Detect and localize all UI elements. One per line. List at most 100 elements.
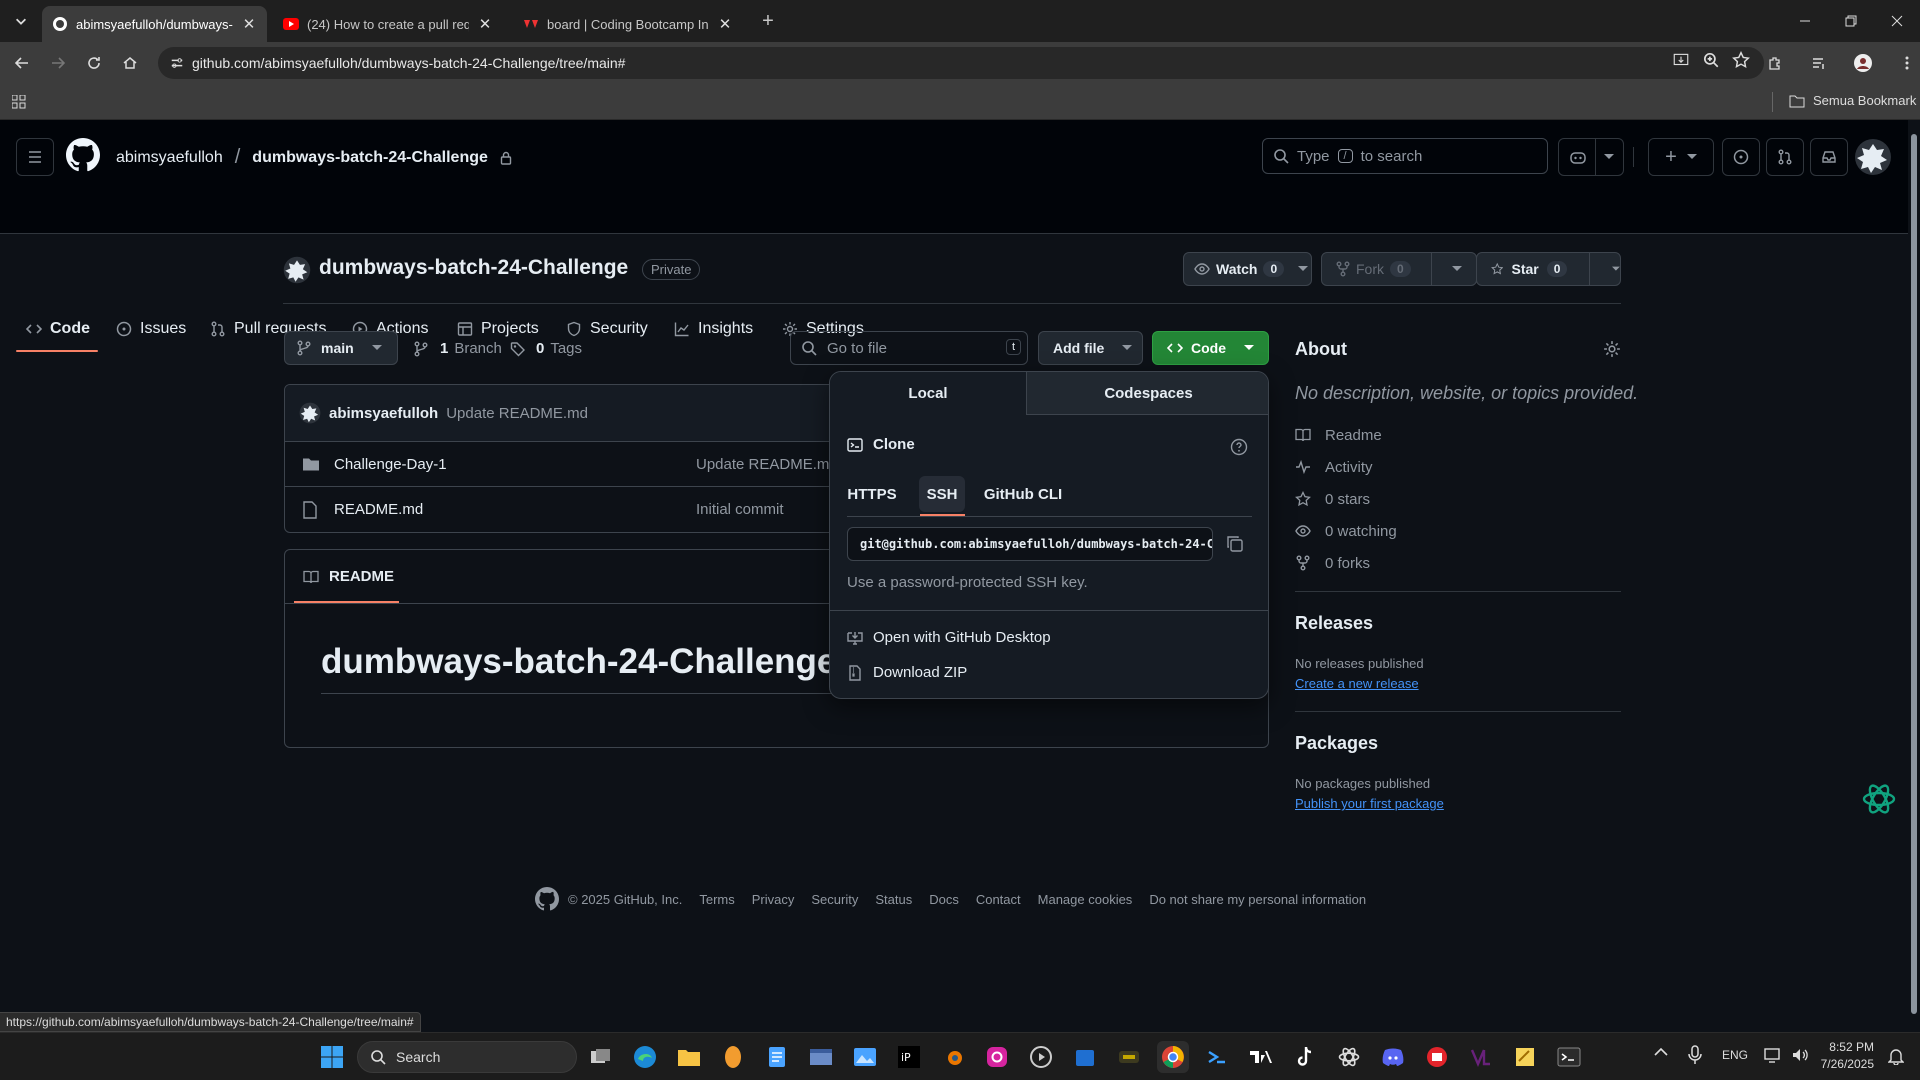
task-view-icon[interactable]: [585, 1041, 617, 1073]
browser-menu-icon[interactable]: [1892, 48, 1920, 78]
tray-overflow-icon[interactable]: [1654, 1047, 1668, 1057]
go-to-file-input[interactable]: Go to file t: [790, 331, 1028, 365]
close-tab-icon[interactable]: ✕: [241, 15, 257, 33]
footer-link-privacy[interactable]: Privacy: [752, 892, 795, 907]
notepad-icon[interactable]: [761, 1041, 793, 1073]
star-button[interactable]: Star 0: [1476, 252, 1621, 286]
start-button[interactable]: [316, 1041, 348, 1073]
discord-icon[interactable]: [1377, 1041, 1409, 1073]
footer-link-status[interactable]: Status: [875, 892, 912, 907]
file-name[interactable]: README.md: [334, 501, 423, 518]
notification-bell-icon[interactable]: [1888, 1047, 1904, 1065]
github-mark-icon[interactable]: [535, 887, 559, 911]
sticky-notes-icon[interactable]: [1509, 1041, 1541, 1073]
browser-tab-github[interactable]: abimsyaefulloh/dumbways-bat ✕: [42, 6, 267, 42]
repo-title[interactable]: dumbways-batch-24-Challenge: [319, 256, 628, 280]
publish-package-link[interactable]: Publish your first package: [1295, 796, 1444, 811]
hamburger-menu-button[interactable]: [16, 138, 54, 176]
footer-link-terms[interactable]: Terms: [699, 892, 734, 907]
copilot-button[interactable]: [1558, 138, 1624, 176]
commit-message[interactable]: Update README.md: [446, 405, 588, 422]
microphone-icon[interactable]: [1688, 1045, 1702, 1065]
branches-link[interactable]: 1 Branch: [414, 340, 502, 357]
pycharm-icon[interactable]: iP: [893, 1041, 925, 1073]
code-dropdown-button[interactable]: Code: [1152, 331, 1269, 365]
create-release-link[interactable]: Create a new release: [1295, 676, 1419, 691]
add-file-button[interactable]: Add file: [1038, 331, 1143, 365]
sidebar-item-forks[interactable]: 0 forks: [1295, 551, 1370, 575]
protocol-ssh-tab[interactable]: SSH: [919, 476, 965, 512]
footer-link-cookies[interactable]: Manage cookies: [1038, 892, 1133, 907]
branch-select-button[interactable]: main: [284, 331, 398, 365]
photos-icon[interactable]: [849, 1041, 881, 1073]
instagram-icon[interactable]: [981, 1041, 1013, 1073]
bookmark-star-icon[interactable]: [1732, 51, 1750, 69]
minimize-icon[interactable]: [1790, 6, 1820, 36]
pull-requests-button[interactable]: [1766, 138, 1804, 176]
global-search-input[interactable]: Type / to search: [1262, 138, 1548, 174]
owner-link[interactable]: abimsyaefulloh: [116, 149, 223, 167]
open-with-desktop-button[interactable]: Open with GitHub Desktop: [847, 629, 1051, 646]
issues-button[interactable]: [1722, 138, 1760, 176]
all-bookmarks-button[interactable]: Semua Bookmark: [1789, 93, 1916, 108]
tab-insights[interactable]: Insights: [664, 313, 763, 345]
footer-link-security[interactable]: Security: [811, 892, 858, 907]
footer-link-contact[interactable]: Contact: [976, 892, 1021, 907]
tab-codespaces[interactable]: Codespaces: [1027, 372, 1268, 415]
tab-issues[interactable]: Issues: [106, 313, 196, 345]
close-tab-icon[interactable]: ✕: [477, 15, 493, 33]
restore-icon[interactable]: [1836, 6, 1866, 36]
footer-link-do-not-share[interactable]: Do not share my personal information: [1149, 892, 1366, 907]
taskbar-search-input[interactable]: Search: [357, 1041, 577, 1073]
close-window-icon[interactable]: [1882, 6, 1912, 36]
app-red-icon[interactable]: [1421, 1041, 1453, 1073]
packages-title[interactable]: Packages: [1295, 733, 1378, 754]
profile-avatar-icon[interactable]: [1848, 48, 1878, 78]
media-player-icon[interactable]: [1025, 1041, 1057, 1073]
download-zip-button[interactable]: Download ZIP: [847, 664, 967, 681]
system-tray[interactable]: [1764, 1047, 1810, 1063]
apps-grid-icon[interactable]: [4, 87, 34, 117]
gear-icon[interactable]: [1603, 340, 1621, 358]
terminal-app-icon[interactable]: [1553, 1041, 1585, 1073]
tags-link[interactable]: 0 Tags: [510, 340, 582, 357]
vscode-insiders-icon[interactable]: [1201, 1041, 1233, 1073]
zoom-icon[interactable]: [1702, 51, 1720, 69]
create-new-button[interactable]: +: [1648, 138, 1714, 176]
browser-tab-dumbways[interactable]: board | Coding Bootcamp Indo ✕: [513, 6, 743, 42]
vs-icon[interactable]: [1465, 1041, 1497, 1073]
repo-link[interactable]: dumbways-batch-24-Challenge: [252, 149, 488, 167]
scrollbar-thumb[interactable]: [1911, 134, 1917, 1014]
taskbar-clock[interactable]: 8:52 PM 7/26/2025: [1818, 1039, 1874, 1073]
extensions-icon[interactable]: [1760, 48, 1790, 78]
commit-author[interactable]: abimsyaefulloh: [329, 405, 438, 422]
footer-link-docs[interactable]: Docs: [929, 892, 959, 907]
media-control-icon[interactable]: [1804, 48, 1834, 78]
new-tab-icon[interactable]: +: [753, 6, 783, 36]
file-commit-message[interactable]: Update README.md: [696, 456, 838, 473]
reload-icon[interactable]: [79, 48, 109, 78]
sidebar-item-activity[interactable]: Activity: [1295, 455, 1373, 479]
back-icon[interactable]: [7, 48, 37, 78]
page-scrollbar[interactable]: [1908, 120, 1920, 1032]
app-window-icon[interactable]: [805, 1041, 837, 1073]
releases-title[interactable]: Releases: [1295, 613, 1373, 634]
input-language[interactable]: ENG: [1722, 1048, 1748, 1062]
sidebar-item-stars[interactable]: 0 stars: [1295, 487, 1370, 511]
chatgpt-icon[interactable]: [1333, 1041, 1365, 1073]
address-bar[interactable]: github.com/abimsyaefulloh/dumbways-batch…: [158, 47, 1764, 79]
inbox-button[interactable]: [1810, 138, 1848, 176]
site-info-icon[interactable]: [170, 56, 184, 70]
store-icon[interactable]: [1069, 1041, 1101, 1073]
install-app-icon[interactable]: [1672, 51, 1690, 69]
file-explorer-icon[interactable]: [673, 1041, 705, 1073]
browser-tab-youtube[interactable]: (24) How to create a pull reque ✕: [273, 6, 503, 42]
protocol-https-tab[interactable]: HTTPS: [847, 476, 897, 512]
chrome-icon[interactable]: [1157, 1041, 1189, 1073]
home-icon[interactable]: [115, 48, 145, 78]
readme-tab[interactable]: README: [303, 568, 394, 585]
sidebar-item-readme[interactable]: Readme: [1295, 423, 1382, 447]
fork-button[interactable]: Fork 0: [1321, 252, 1477, 286]
sidebar-item-watching[interactable]: 0 watching: [1295, 519, 1397, 543]
blender-icon[interactable]: [937, 1041, 969, 1073]
